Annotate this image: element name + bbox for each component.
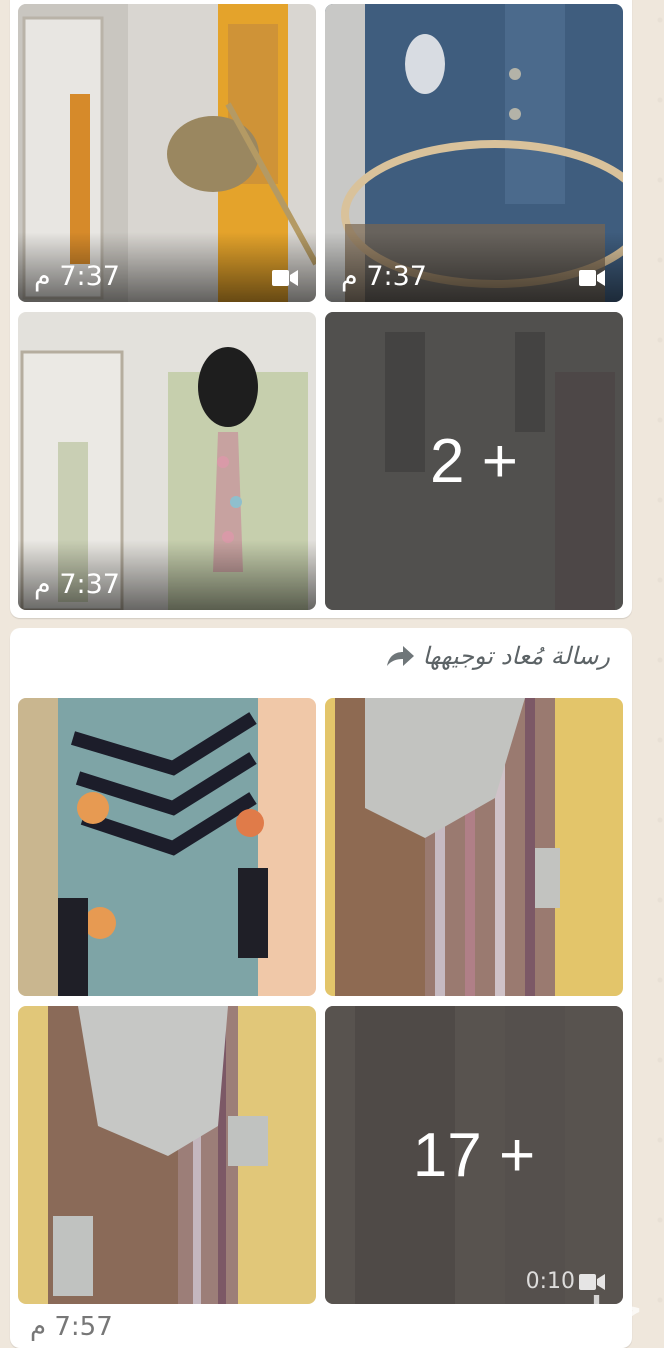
video-duration: 0:10	[525, 1269, 575, 1294]
image-thumbnail	[18, 698, 316, 996]
album-more-tile[interactable]: 2 +	[325, 312, 623, 610]
video-camera-icon	[272, 270, 298, 286]
album-image-tile[interactable]	[18, 698, 316, 996]
video-camera-icon	[579, 270, 605, 286]
album-image-tile[interactable]: 7:37 م	[18, 312, 316, 610]
forwarded-label: رسالة مُعاد توجيهها	[422, 642, 610, 670]
album-image-tile[interactable]	[325, 698, 623, 996]
album-video-tile[interactable]: 7:37 م	[325, 4, 623, 302]
image-thumbnail	[325, 698, 623, 996]
media-album-bubble: 7:37 م 7:37 م 7:37 م 2 +	[10, 0, 632, 618]
album-video-tile[interactable]: 7:37 م	[18, 4, 316, 302]
video-camera-icon	[579, 1274, 605, 1290]
message-time: 7:57 م	[30, 1312, 113, 1342]
album-image-tile[interactable]	[18, 1006, 316, 1304]
watermark-logo: حراج	[569, 1291, 642, 1326]
image-thumbnail	[18, 1006, 316, 1304]
album-more-tile[interactable]: 17 + 0:10	[325, 1006, 623, 1304]
message-time: 7:37 م	[341, 261, 427, 292]
message-time: 7:37 م	[34, 569, 120, 600]
forwarded-album-bubble: رسالة مُعاد توجيهها 17 + 0:10	[10, 628, 632, 1348]
forwarded-indicator: رسالة مُعاد توجيهها	[385, 642, 610, 670]
more-count-label: 17 +	[325, 1006, 623, 1304]
forward-arrow-icon	[386, 646, 414, 666]
message-time: 7:37 م	[34, 261, 120, 292]
more-count-label: 2 +	[325, 312, 623, 610]
